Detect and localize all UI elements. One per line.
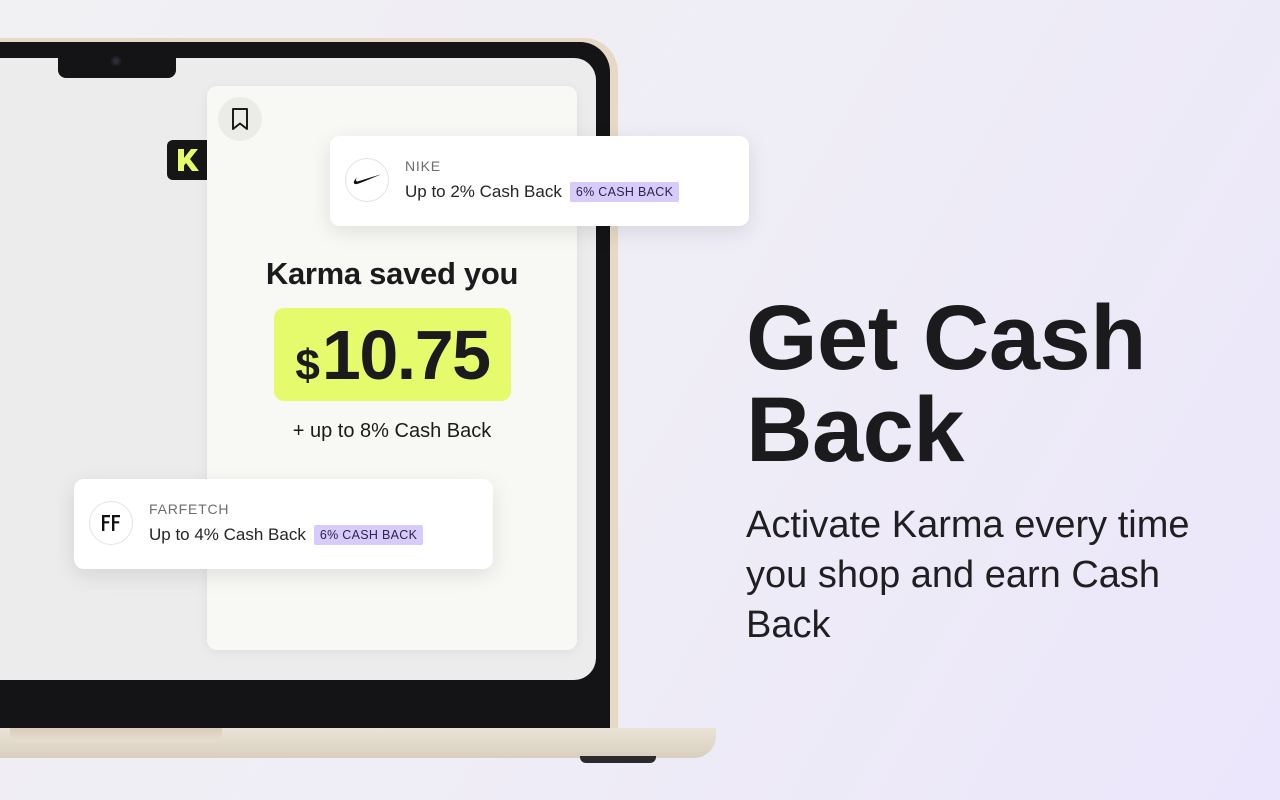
- store-offer: Up to 2% Cash Back 6% CASH BACK: [405, 182, 680, 202]
- promo-subline: Activate Karma every time you shop and e…: [746, 504, 1190, 646]
- store-name: FARFETCH: [149, 501, 230, 517]
- store-offer: Up to 4% Cash Back 6% CASH BACK: [149, 525, 424, 545]
- promo-headline: Get Cash Back: [746, 287, 1146, 481]
- store-card-nike[interactable]: NIKE Up to 2% Cash Back 6% CASH BACK: [330, 136, 749, 226]
- saved-title: Karma saved you: [265, 256, 519, 291]
- laptop-lip: [10, 728, 222, 742]
- bookmark-icon[interactable]: [218, 97, 262, 141]
- savings-amount: $ 10.75: [274, 308, 511, 401]
- store-card-farfetch[interactable]: FARFETCH Up to 4% Cash Back 6% CASH BACK: [74, 479, 493, 569]
- cashback-badge: 6% CASH BACK: [313, 525, 424, 545]
- store-offer-text: Up to 4% Cash Back: [149, 525, 306, 544]
- cashback-line: + up to 8% Cash Back: [292, 420, 492, 442]
- karma-logo-icon[interactable]: [167, 140, 211, 180]
- nike-swoosh-icon: [345, 158, 389, 202]
- laptop-foot: [580, 756, 656, 763]
- camera-icon: [111, 56, 121, 66]
- farfetch-logo-icon: [89, 501, 133, 545]
- store-name: NIKE: [405, 158, 441, 174]
- store-offer-text: Up to 2% Cash Back: [405, 182, 562, 201]
- amount-value: 10.75: [321, 315, 491, 394]
- amount-currency: $: [295, 340, 320, 390]
- cashback-badge: 6% CASH BACK: [569, 182, 680, 202]
